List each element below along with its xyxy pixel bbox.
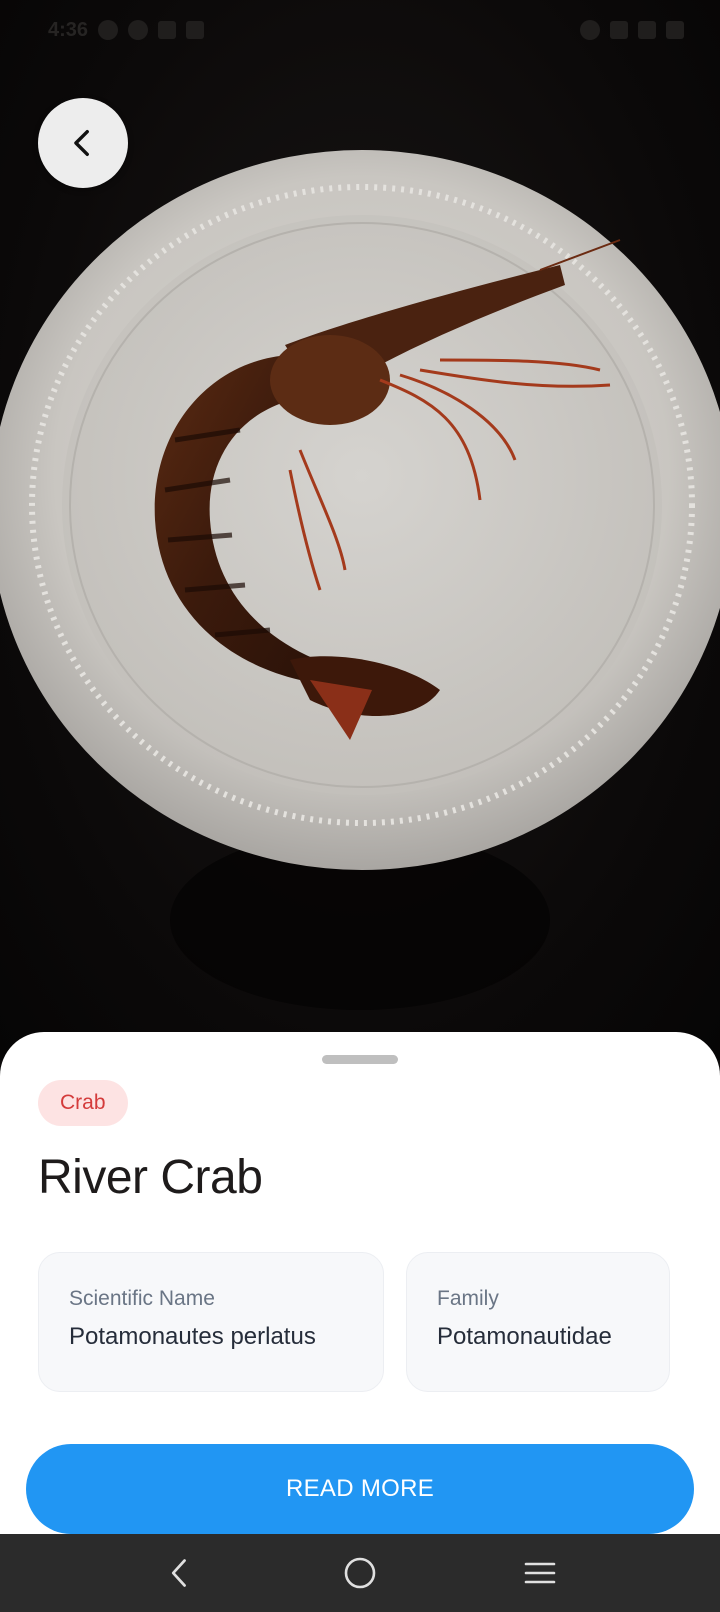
- family-label: Family: [437, 1287, 499, 1310]
- back-button[interactable]: [38, 98, 128, 188]
- nav-back-button[interactable]: [150, 1543, 210, 1603]
- family-value: Potamonautidae: [437, 1323, 612, 1350]
- nav-recents-icon: [524, 1562, 556, 1584]
- scientific-name-label: Scientific Name: [69, 1287, 215, 1310]
- scientific-name-card: Scientific Name Potamonautes perlatus: [38, 1252, 384, 1392]
- status-bar: 4:36: [0, 0, 720, 60]
- facebook-icon: [186, 21, 205, 39]
- scientific-name-value: Potamonautes perlatus: [69, 1323, 316, 1350]
- read-more-button[interactable]: READ MORE: [26, 1444, 694, 1534]
- nav-home-button[interactable]: [330, 1543, 390, 1603]
- signal-icon: [638, 21, 656, 39]
- battery-icon: [666, 21, 684, 39]
- alarm-icon: [580, 20, 600, 40]
- notification-icon: [128, 20, 149, 40]
- system-nav-bar: [0, 1534, 720, 1612]
- wifi-icon: [610, 21, 628, 39]
- species-title: River Crab: [38, 1151, 263, 1204]
- chevron-left-icon: [74, 129, 89, 157]
- drag-handle[interactable]: [322, 1055, 398, 1064]
- category-chip: Crab: [38, 1080, 128, 1126]
- notification-icon: [98, 20, 119, 40]
- family-card: Family Potamonautidae: [406, 1252, 670, 1392]
- nav-recents-button[interactable]: [510, 1543, 570, 1603]
- nav-home-icon: [344, 1557, 376, 1589]
- notification-icon: [158, 21, 177, 39]
- nav-back-icon: [171, 1559, 186, 1587]
- status-time: 4:36: [48, 18, 89, 41]
- species-detail-sheet: Crab River Crab Scientific Name Potamona…: [0, 1032, 720, 1534]
